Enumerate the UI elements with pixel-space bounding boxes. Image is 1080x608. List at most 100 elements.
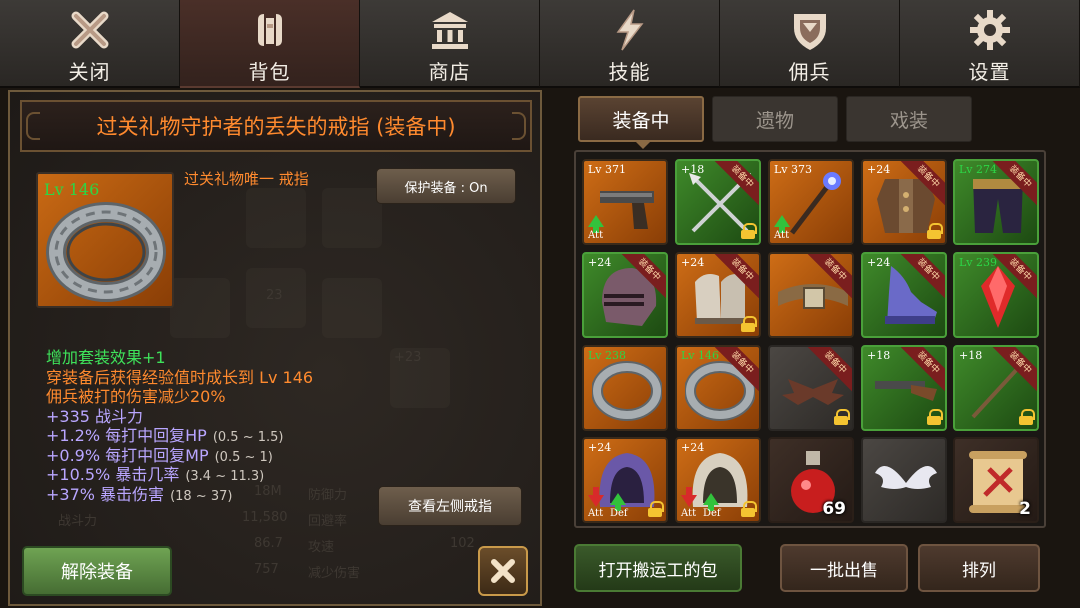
title-ornament xyxy=(26,112,40,140)
tab-costumes[interactable]: 戏装 xyxy=(846,96,972,142)
inventory-slot-red-potion[interactable]: 69 xyxy=(768,437,854,523)
inventory-slot-white-hood[interactable]: +24 Att Def xyxy=(675,437,761,523)
stat-range: (18 ~ 37) xyxy=(170,488,233,504)
stat-up-arrow-icon xyxy=(774,215,790,233)
inventory-slot-scroll[interactable]: 2 xyxy=(953,437,1039,523)
ghost-text: 减少伤害 xyxy=(308,566,361,581)
item-title-bar: 过关礼物守护者的丢失的戒指 (装备中) xyxy=(20,100,532,152)
stat-text: +37% 暴击伤害 xyxy=(46,484,165,504)
inventory-slot-leather-armor[interactable]: +24 装备中 xyxy=(861,159,947,245)
slot-level-label: Lv 239 xyxy=(959,256,998,269)
inventory-slot-purple-hood[interactable]: +24 Att Def xyxy=(582,437,668,523)
tab-shop[interactable]: 商店 xyxy=(360,0,540,88)
item-stats: 增加套装效果+1 穿装备后获得经验值时成长到 Lv 146 佣兵被打的伤害减少2… xyxy=(46,348,386,504)
inventory-slot-ring[interactable]: Lv 146 装备中 xyxy=(675,345,761,431)
item-detail-panel: +23 23 18M 防御力 战斗力 11,580 回避率 86.7 攻速 10… xyxy=(8,90,542,606)
stat-text: 穿装备后获得经验值时成长到 Lv 146 xyxy=(46,367,314,387)
ghost-text: 757 xyxy=(254,562,279,577)
tab-relics[interactable]: 遗物 xyxy=(712,96,838,142)
close-icon xyxy=(66,6,114,54)
close-icon xyxy=(491,559,515,583)
ring-icon xyxy=(46,202,166,302)
stat-line: +37% 暴击伤害 (18 ~ 37) xyxy=(46,485,386,505)
item-subtitle: 过关礼物唯一 戒指 xyxy=(184,170,309,188)
stat-text: 增加套装效果+1 xyxy=(46,348,166,367)
inventory-slot-belt[interactable]: 装备中 xyxy=(768,252,854,338)
inventory-slot-crossed-arrows[interactable]: +18 装备中 xyxy=(675,159,761,245)
open-porter-bag-button[interactable]: 打开搬运工的包 xyxy=(574,544,742,592)
top-navigation: 关闭 背包 商店 技能 佣兵 设置 xyxy=(0,0,1080,88)
protect-equipment-toggle[interactable]: 保护装备 : On xyxy=(376,168,516,204)
ghost-slot xyxy=(322,278,382,338)
stat-line: 增加套装效果+1 xyxy=(46,348,386,368)
close-detail-button[interactable] xyxy=(478,546,528,596)
ghost-text: 战斗力 xyxy=(58,514,98,529)
pistol-icon xyxy=(600,191,654,229)
lock-icon xyxy=(1019,409,1035,425)
gear-icon xyxy=(966,6,1014,54)
inventory-slot-dark-pants[interactable]: Lv 274 装备中 xyxy=(953,159,1039,245)
ghost-slot xyxy=(246,188,306,248)
unequip-button[interactable]: 解除装备 xyxy=(22,546,172,596)
title-ornament xyxy=(512,112,526,140)
stat-text: 佣兵被打的伤害减少20% xyxy=(46,387,226,406)
tab-label: 佣兵 xyxy=(788,60,831,84)
slot-compare-tag: Att xyxy=(588,230,604,241)
inventory-slot-knight-helmet[interactable]: +24 装备中 xyxy=(582,252,668,338)
slot-level-label: Lv 371 xyxy=(588,163,627,176)
check-left-ring-button[interactable]: 查看左侧戒指 xyxy=(378,486,522,526)
sort-button[interactable]: 排列 xyxy=(918,544,1040,592)
slot-compare-tag: Def xyxy=(610,508,628,519)
slot-level-label: +18 xyxy=(681,163,705,176)
slot-compare-tag: Att xyxy=(588,508,604,519)
tab-label: 技能 xyxy=(608,60,651,84)
ghost-text: 23 xyxy=(266,288,283,303)
inventory-slot-shotgun[interactable]: +18 装备中 xyxy=(861,345,947,431)
inventory-slot-spear[interactable]: +18 装备中 xyxy=(953,345,1039,431)
stat-text: +0.9% 每打中回复MP xyxy=(46,445,209,465)
stat-text: +10.5% 暴击几率 xyxy=(46,465,180,484)
inventory-slot-wizard-boots[interactable]: +24 装备中 xyxy=(861,252,947,338)
inventory-slot-ring[interactable]: Lv 238 xyxy=(582,345,668,431)
ghost-slot xyxy=(322,188,382,248)
inventory-slot-bat-wings[interactable]: 装备中 xyxy=(768,345,854,431)
stat-line: 佣兵被打的伤害减少20% xyxy=(46,387,386,407)
stat-range: (3.4 ~ 11.3) xyxy=(185,469,265,484)
slot-level-label: +24 xyxy=(867,256,891,269)
angel-wings-icon xyxy=(875,465,937,489)
lock-icon xyxy=(927,223,943,239)
stat-up-arrow-icon xyxy=(588,215,604,233)
tab-skill[interactable]: 技能 xyxy=(540,0,720,88)
tab-equipped[interactable]: 装备中 xyxy=(578,96,704,149)
tab-label: 背包 xyxy=(248,60,291,84)
inventory-slot-pistol[interactable]: Lv 371 Att xyxy=(582,159,668,245)
slot-level-label: Lv 238 xyxy=(588,349,627,362)
stat-up-arrow-icon xyxy=(610,493,626,511)
inventory-slot-angel-wings[interactable] xyxy=(861,437,947,523)
tab-backpack[interactable]: 背包 xyxy=(180,0,360,88)
tab-close[interactable]: 关闭 xyxy=(0,0,180,88)
backpack-icon xyxy=(246,6,294,54)
shop-icon xyxy=(426,6,474,54)
inventory-slot-gauntlets[interactable]: +24 装备中 xyxy=(675,252,761,338)
inventory-slot-magic-staff[interactable]: Lv 373 Att xyxy=(768,159,854,245)
tab-label: 关闭 xyxy=(68,60,111,84)
inventory-slot-red-gem-amulet[interactable]: Lv 239 装备中 xyxy=(953,252,1039,338)
slot-level-label: +24 xyxy=(867,163,891,176)
ghost-text: 102 xyxy=(450,536,475,551)
lock-icon xyxy=(648,501,664,517)
slot-compare-tag: Att xyxy=(681,508,697,519)
tab-mercenary[interactable]: 佣兵 xyxy=(720,0,900,88)
bulk-sell-button[interactable]: 一批出售 xyxy=(780,544,908,592)
skill-icon xyxy=(606,6,654,54)
mercenary-shield-icon xyxy=(786,6,834,54)
slot-compare-tag: Def xyxy=(703,508,721,519)
stat-line: +335 战斗力 xyxy=(46,407,386,427)
slot-level-label: +24 xyxy=(681,441,705,454)
ghost-text: 86.7 xyxy=(254,536,283,551)
slot-level-label: Lv 146 xyxy=(681,349,720,362)
slot-level-label: +24 xyxy=(588,441,612,454)
lock-icon xyxy=(741,501,757,517)
slot-level-label: +18 xyxy=(867,349,891,362)
tab-settings[interactable]: 设置 xyxy=(900,0,1080,88)
